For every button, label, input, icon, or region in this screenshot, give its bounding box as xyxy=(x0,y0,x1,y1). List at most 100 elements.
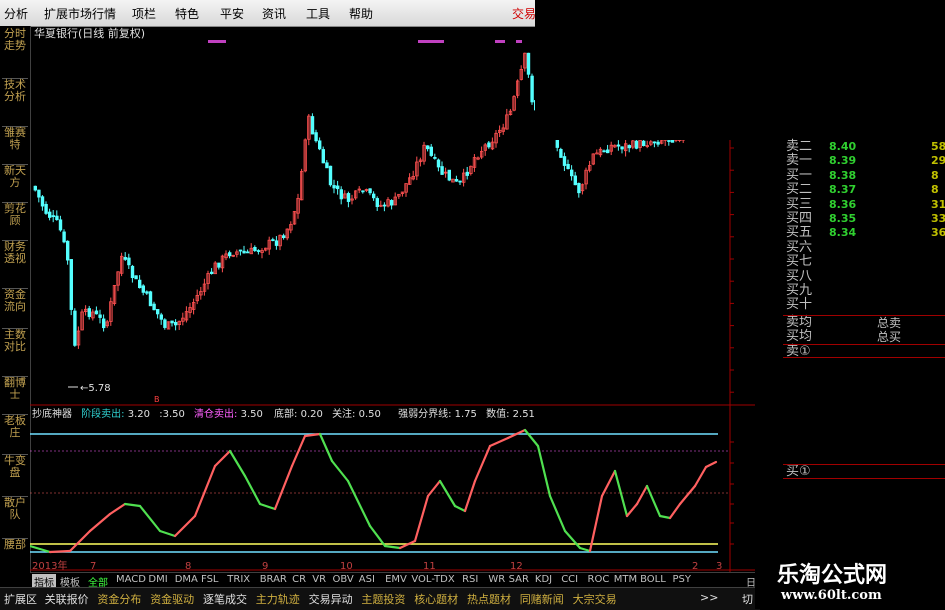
quote-row: 买四 8.35 33 xyxy=(783,212,945,226)
side-tab-3[interactable]: 雏赛特 xyxy=(2,126,28,151)
bottom-tab-10[interactable]: 同赌新闻 xyxy=(520,591,564,607)
candle-body xyxy=(577,182,581,194)
quote-separator xyxy=(783,464,945,465)
date-label: 10 xyxy=(340,561,353,572)
indicator-tab-vr[interactable]: VR xyxy=(312,574,326,585)
quote-volume: 8 xyxy=(931,183,939,197)
indicator-tab-cci[interactable]: CCI xyxy=(561,574,578,585)
indicator-tab-roc[interactable]: ROC xyxy=(588,574,610,585)
oscillator-segment xyxy=(108,502,127,516)
quote-avg-sell-label: 卖均 xyxy=(786,315,813,330)
side-tab-9[interactable]: 翻博士 xyxy=(2,376,28,401)
side-tab-12[interactable]: 散户队 xyxy=(2,496,28,521)
candle-body xyxy=(667,140,671,142)
candle-body xyxy=(328,165,333,186)
indicator-tab-trix[interactable]: TRIX xyxy=(227,574,250,585)
indicator-tab-cr[interactable]: CR xyxy=(292,574,306,585)
side-tab-13[interactable]: 腰部 xyxy=(2,538,28,551)
bottom-tab-more-button[interactable]: >> xyxy=(700,591,718,604)
indicator-tab-mtm[interactable]: MTM xyxy=(614,574,637,585)
bottom-tab-3[interactable]: 资金驱动 xyxy=(150,591,194,607)
quote-avg-buy-total: 总买 xyxy=(877,330,902,344)
top-markers xyxy=(208,40,522,43)
candle-body xyxy=(487,142,491,148)
indicator-tab-dma[interactable]: DMA xyxy=(175,574,198,585)
menu-columns[interactable]: 项栏 xyxy=(132,5,156,22)
bottom-tab-8[interactable]: 核心题材 xyxy=(414,591,458,607)
bottom-tab-1[interactable]: 关联报价 xyxy=(45,591,89,607)
candle-body xyxy=(253,246,257,251)
candle-body xyxy=(454,179,459,182)
candle-body xyxy=(281,235,286,239)
bottom-tab-4[interactable]: 逐笔成交 xyxy=(203,591,247,607)
candle-body xyxy=(51,215,55,218)
bottom-tab-11[interactable]: 大宗交易 xyxy=(573,591,617,607)
bottom-tab-switch[interactable]: 切 xyxy=(742,591,753,607)
quote-row: 买六 xyxy=(783,240,945,255)
candle-body xyxy=(227,252,232,257)
indicator-tab-obv[interactable]: OBV xyxy=(333,574,354,585)
quote-avg-buy-row: 买均 总买 xyxy=(783,330,945,345)
candle-body xyxy=(314,132,318,142)
indicator-tab-brar[interactable]: BRAR xyxy=(260,574,287,585)
oscillator-segment xyxy=(346,479,372,528)
candle-body xyxy=(123,257,127,260)
side-tab-10[interactable]: 老板庄 xyxy=(2,414,28,439)
indicator-tab-voltdx[interactable]: VOL-TDX xyxy=(411,574,454,585)
date-label: 2 xyxy=(692,561,698,572)
bottom-tab-0[interactable]: 扩展区 xyxy=(4,591,37,607)
candle-body xyxy=(562,156,567,166)
candle-body xyxy=(94,310,99,315)
quote-separator xyxy=(783,344,945,345)
oscillator-segment xyxy=(645,484,662,518)
quote-label: 买五 xyxy=(786,225,813,241)
side-tab-4[interactable]: 新天方 xyxy=(2,164,28,189)
candle-body xyxy=(127,257,131,266)
side-tab-5[interactable]: 剪花顾 xyxy=(2,202,28,227)
indicator-tab-rsi[interactable]: RSI xyxy=(462,574,478,585)
quote-price: 8.36 xyxy=(829,197,857,211)
quote-price: 8.39 xyxy=(829,154,857,168)
menu-analysis[interactable]: 分析 xyxy=(4,5,28,22)
indicator-y-axis: 3.002.502.001.501.000.50 xyxy=(730,441,734,545)
menu-tools[interactable]: 工具 xyxy=(306,5,330,22)
side-tab-finance[interactable]: 财务透视 xyxy=(2,240,28,265)
oscillator-segment xyxy=(635,484,649,506)
indicator-tab-kdj[interactable]: KDJ xyxy=(535,574,552,585)
menu-extended-market[interactable]: 扩展市场行情 xyxy=(44,5,116,22)
price-y-axis: 8.007.807.607.407.207.006.806.606.406.20… xyxy=(730,147,734,393)
candle-body xyxy=(361,190,365,193)
side-tab-technical[interactable]: 技术分析 xyxy=(2,78,28,103)
oscillator-segment xyxy=(613,469,629,518)
menu-trade[interactable]: 交易 xyxy=(512,5,536,22)
menu-pingan[interactable]: 平安 xyxy=(220,5,244,22)
side-tab-compare[interactable]: 主数对比 xyxy=(2,328,28,353)
indicator-tab-boll[interactable]: BOLL xyxy=(640,574,666,585)
indicator-tab-sar[interactable]: SAR xyxy=(509,574,529,585)
indicator-tab-wr[interactable]: WR xyxy=(488,574,505,585)
quote-price: 8.37 xyxy=(829,183,857,197)
indicator-tab-emv[interactable]: EMV xyxy=(385,574,407,585)
candle-body xyxy=(145,291,149,294)
indicator-tab-psy[interactable]: PSY xyxy=(673,574,692,585)
candle-body xyxy=(606,149,610,154)
bottom-tab-5[interactable]: 主力轨迹 xyxy=(256,591,300,607)
side-tab-capital-flow[interactable]: 资金流向 xyxy=(2,288,28,313)
menu-news[interactable]: 资讯 xyxy=(262,5,286,22)
indicator-tab-macd[interactable]: MACD xyxy=(116,574,146,585)
oscillator-segment xyxy=(704,460,718,469)
bottom-tab-6[interactable]: 交易异动 xyxy=(309,591,353,607)
bottom-tab-7[interactable]: 主题投资 xyxy=(361,591,405,607)
indicator-tab-dmi[interactable]: DMI xyxy=(148,574,167,585)
side-tab-11[interactable]: 牛变盘 xyxy=(2,454,28,479)
oscillator-segment xyxy=(438,479,457,508)
bottom-tab-2[interactable]: 资金分布 xyxy=(97,591,141,607)
side-tab-intraday[interactable]: 分时走势 xyxy=(2,28,28,52)
indicator-tab-asi[interactable]: ASI xyxy=(359,574,375,585)
indicator-tab-fsl[interactable]: FSL xyxy=(201,574,219,585)
menu-features[interactable]: 特色 xyxy=(175,5,199,22)
oscillator-segment xyxy=(588,494,604,553)
oscillator-segment xyxy=(668,502,682,520)
bottom-tab-9[interactable]: 热点题材 xyxy=(467,591,511,607)
menu-help[interactable]: 帮助 xyxy=(349,5,373,22)
